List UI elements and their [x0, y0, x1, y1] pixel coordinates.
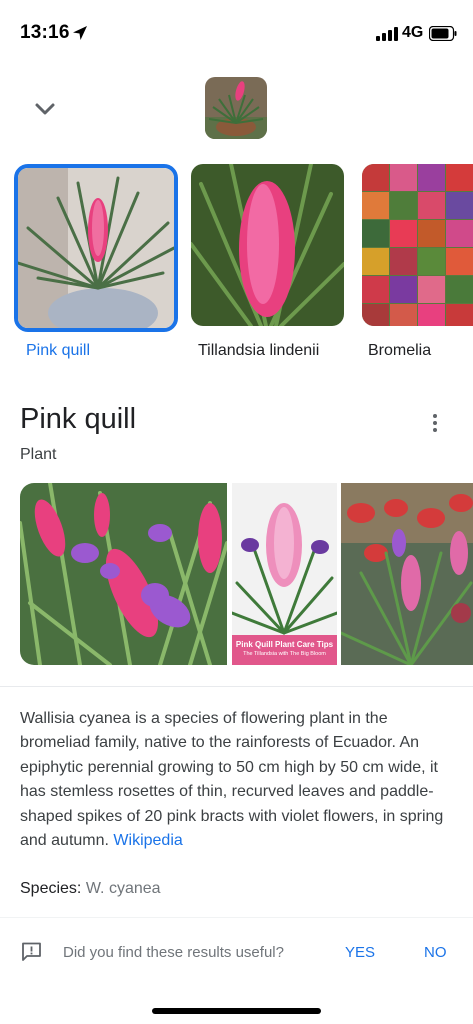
image-gallery: Pink Quill Plant Care Tips The Tillandsi…	[20, 483, 473, 665]
feedback-bar: Did you find these results useful? YES N…	[0, 917, 473, 987]
suggestion-label: Tillandsia lindenii	[198, 342, 320, 359]
query-image-thumbnail[interactable]	[205, 77, 267, 139]
suggestion-tillandsia-lindenii[interactable]: Tillandsia lindenii	[191, 164, 344, 364]
gallery-image[interactable]	[341, 483, 473, 665]
home-indicator[interactable]	[152, 1008, 321, 1014]
status-time: 13:16	[20, 22, 70, 43]
entity-type: Plant	[20, 446, 57, 463]
signal-icon	[376, 27, 398, 41]
gallery-image[interactable]: Pink Quill Plant Care Tips The Tillandsi…	[232, 483, 337, 665]
suggestion-image	[191, 164, 344, 326]
feedback-icon	[22, 942, 41, 961]
entity-title: Pink quill	[20, 403, 137, 435]
collapse-button[interactable]	[30, 95, 60, 123]
feedback-no-button[interactable]: NO	[424, 944, 447, 961]
section-divider	[0, 686, 473, 687]
suggestion-carousel: Pink quill Tillandsia lindenii Bromelia	[0, 164, 473, 364]
gallery-caption: Pink Quill Plant Care Tips The Tillandsi…	[232, 635, 337, 665]
more-vert-icon	[433, 414, 437, 418]
species-label: Species:	[20, 880, 82, 897]
gallery-image[interactable]	[20, 483, 227, 665]
location-arrow-icon	[73, 26, 87, 40]
network-type: 4G	[402, 24, 424, 41]
more-options-button[interactable]	[425, 410, 445, 436]
chevron-down-icon	[35, 103, 55, 115]
feedback-yes-button[interactable]: YES	[345, 944, 375, 961]
battery-icon	[429, 26, 457, 41]
species-fact: Species: W. cyanea	[20, 880, 161, 898]
wikipedia-link[interactable]: Wikipedia	[113, 832, 182, 849]
suggestion-image	[14, 164, 178, 332]
feedback-question: Did you find these results useful?	[63, 944, 284, 961]
suggestion-image	[362, 164, 473, 326]
suggestion-bromelia[interactable]: Bromelia	[362, 164, 473, 364]
description-text: Wallisia cyanea is a species of flowerin…	[20, 710, 444, 850]
suggestion-label: Pink quill	[26, 342, 91, 359]
entity-description: Wallisia cyanea is a species of flowerin…	[20, 707, 460, 853]
status-bar: 13:16 4G	[0, 0, 473, 68]
suggestion-pink-quill[interactable]: Pink quill	[14, 164, 178, 364]
species-value[interactable]: W. cyanea	[86, 880, 161, 897]
suggestion-label: Bromelia	[368, 342, 432, 359]
